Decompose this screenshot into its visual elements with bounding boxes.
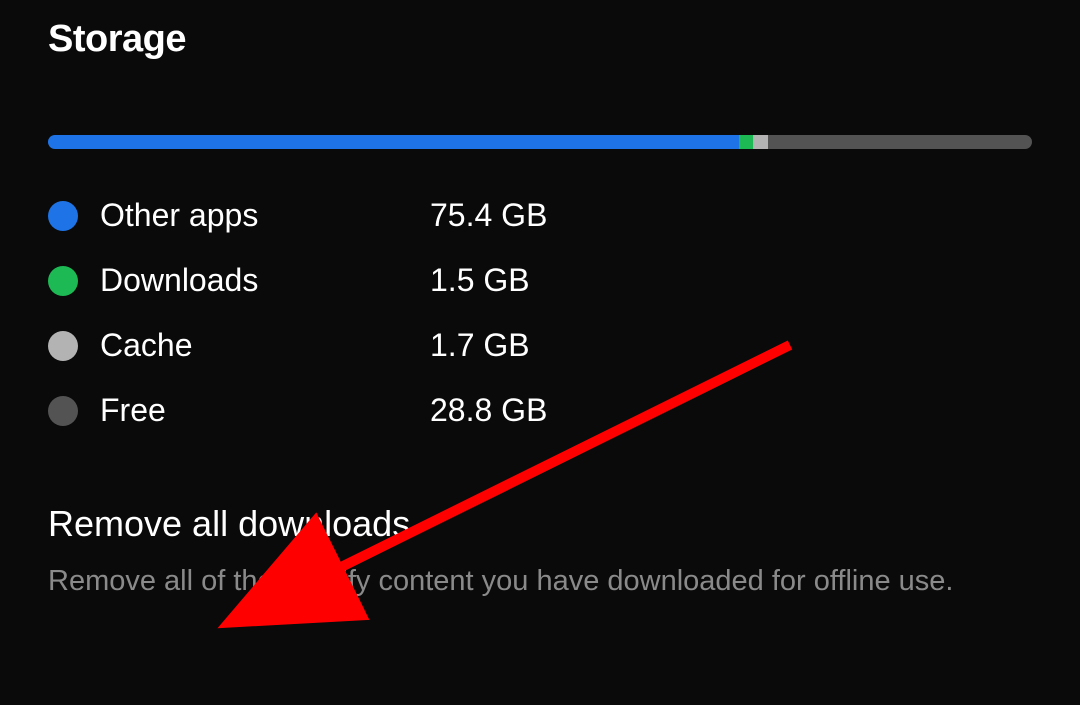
remove-downloads-section[interactable]: Remove all downloads Remove all of the S… [48,503,1032,604]
legend-value: 1.7 GB [430,327,530,364]
legend-row-downloads: Downloads 1.5 GB [48,262,1032,299]
legend-value: 28.8 GB [430,392,547,429]
remove-downloads-description: Remove all of the Spotify content you ha… [48,559,1032,604]
legend-row-free: Free 28.8 GB [48,392,1032,429]
legend-label: Free [100,392,430,429]
storage-bar-segment-cache [753,135,769,149]
legend-row-cache: Cache 1.7 GB [48,327,1032,364]
storage-bar [48,135,1032,149]
legend-label: Other apps [100,197,430,234]
dot-icon [48,396,78,426]
legend-label: Downloads [100,262,430,299]
legend-label: Cache [100,327,430,364]
legend-row-other-apps: Other apps 75.4 GB [48,197,1032,234]
storage-bar-segment-free [768,135,1032,149]
legend-value: 75.4 GB [430,197,547,234]
dot-icon [48,266,78,296]
dot-icon [48,331,78,361]
remove-downloads-title: Remove all downloads [48,503,1032,545]
legend-value: 1.5 GB [430,262,530,299]
storage-bar-segment-downloads [739,135,753,149]
storage-bar-segment-other-apps [48,135,739,149]
storage-heading: Storage [48,18,1032,61]
dot-icon [48,201,78,231]
storage-legend: Other apps 75.4 GB Downloads 1.5 GB Cach… [48,197,1032,429]
